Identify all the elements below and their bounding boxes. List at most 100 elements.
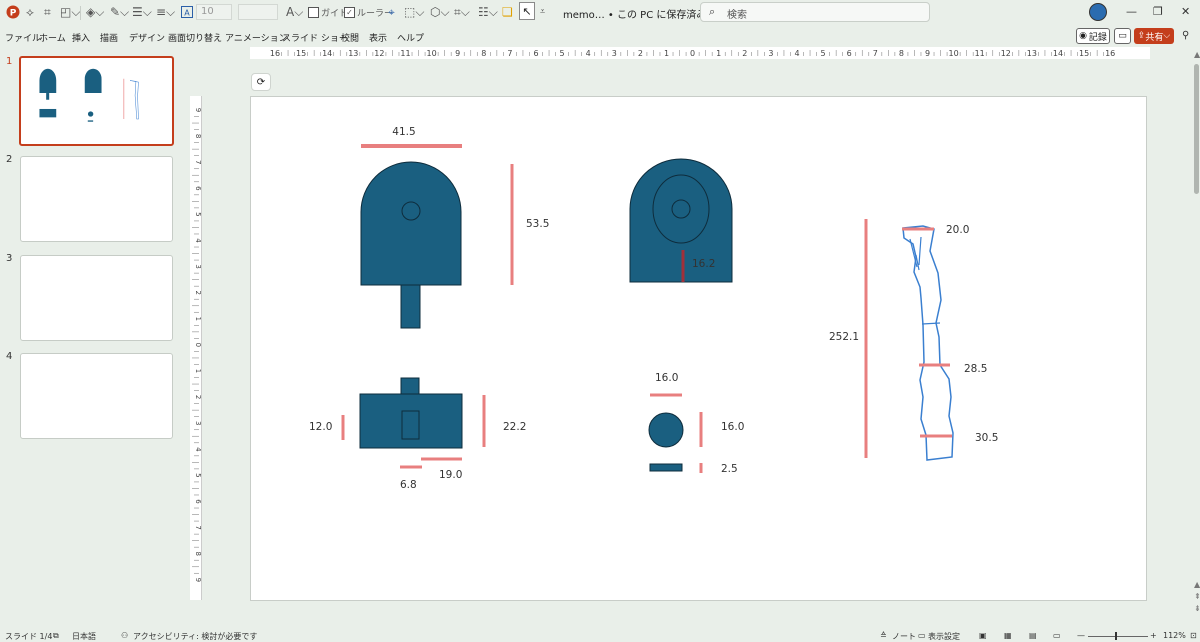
dim-label-disc-thickness[interactable]: 2.5 [721,463,738,475]
base-knob[interactable] [400,377,420,395]
dim-label-total-length[interactable]: 252.1 [829,331,859,343]
copilot-icon[interactable]: ⟳ [251,73,271,91]
menu-review[interactable]: 校閲 [341,31,359,44]
dim-label-tip-width[interactable]: 20.0 [946,224,969,236]
minimize-button[interactable]: — [1126,5,1137,18]
scroll-up-small-icon[interactable]: ▲ [1194,580,1200,589]
fit-slide-icon[interactable]: ⊡ [1190,631,1197,640]
menu-view[interactable]: 表示 [369,31,387,44]
menu-animations[interactable]: アニメーション [225,31,288,44]
language-indicator[interactable]: 日本語 [72,631,96,642]
menu-help[interactable]: ヘルプ [397,31,424,44]
ruler-label: 2 [742,49,747,58]
arch-shape-front[interactable] [629,158,733,283]
dim-label-base-length[interactable]: 19.0 [439,469,462,481]
vertical-ruler[interactable]: 9 8 7 6 5 4 3 2 1 0 1 2 3 4 5 6 7 8 9 [190,96,202,600]
dim-label-slot-width[interactable]: 6.8 [400,479,417,491]
dim-label-base-width[interactable]: 30.5 [975,432,998,444]
horizontal-ruler[interactable]: 16 15 14 13 12 11 10 9 8 7 6 5 4 3 2 1 0 1 2 3 4 5 6 7 8 9 10 11 12 1… [250,47,1150,59]
scroll-up-icon[interactable]: ▲ [1194,50,1200,59]
slide-thumbnail-2[interactable] [20,156,173,242]
maximize-button[interactable]: ❐ [1153,5,1163,18]
dim-label-base-height[interactable]: 12.0 [309,421,332,433]
slideshow-icon[interactable]: ▭ [1053,631,1061,640]
dim-label-mid-width[interactable]: 28.5 [964,363,987,375]
dash-style-icon[interactable]: ≡⌵ [156,4,175,20]
base-block[interactable] [359,393,463,449]
menu-design[interactable]: デザイン [129,31,165,44]
sketch-outline[interactable] [902,225,954,461]
guide-toggle[interactable]: ガイド [308,4,348,20]
line-color-icon[interactable]: ✎⌵ [110,4,129,20]
align-center-icon[interactable]: ⌖ [388,4,395,20]
zoom-in-icon[interactable]: + [1150,631,1157,640]
menu-file[interactable]: ファイル [5,31,41,44]
slide-canvas[interactable]: 41.5 53.5 16.2 252.1 20.0 28.5 30.5 12.0… [250,96,1147,601]
spellcheck-icon[interactable]: ⧉ [53,631,59,641]
vertical-scrollbar[interactable]: ▲ ▲ ⇞ ⇟ [1194,50,1200,620]
group-icon[interactable]: ❏ [502,4,513,20]
ruler-checkbox[interactable]: ✓ [344,6,355,18]
ruler-toggle[interactable]: ✓ ルーラー [344,4,393,20]
arch-shape-side[interactable] [360,161,462,286]
text-box-icon[interactable]: A [181,4,193,20]
notes-button[interactable]: ノート [892,631,916,642]
circle-shape[interactable] [648,412,684,448]
ruler-label: 12 [1001,49,1011,58]
menu-insert[interactable]: 挿入 [72,31,90,44]
arrange-icon[interactable]: ⬚⌵ [404,4,424,20]
next-slide-icon[interactable]: ⇟ [1194,604,1200,613]
reading-view-icon[interactable]: ▤ [1029,631,1037,640]
dim-label-side-height[interactable]: 53.5 [526,218,549,230]
menu-home[interactable]: ホーム [39,31,66,44]
dim-label-front-inner[interactable]: 16.2 [692,258,715,270]
share-button[interactable]: ⇪ 共有 ⌵ [1134,28,1174,44]
line-weight-icon[interactable]: ☰⌵ [132,4,152,20]
dim-label-top-width[interactable]: 41.5 [392,126,415,138]
close-button[interactable]: ✕ [1181,5,1190,18]
zoom-out-icon[interactable]: — [1077,631,1085,640]
comments-button[interactable]: ▭ [1114,28,1131,44]
crop-icon[interactable]: ⌗ [44,4,51,20]
zoom-slider[interactable] [1088,636,1148,637]
edit-shape-icon[interactable]: ⬡⌵ [430,4,450,20]
font-color-icon[interactable]: A⌵ [286,4,303,20]
avatar[interactable] [1089,3,1107,21]
ruler-label: 9 [194,578,202,582]
crop-shape-icon[interactable]: ⌗⌵ [454,4,470,20]
menu-transitions[interactable]: 画面切り替え [168,31,222,44]
font-name-field[interactable] [238,4,278,20]
record-button[interactable]: ◉ 記録 [1076,28,1110,44]
fill-color-icon[interactable]: ◈⌵ [86,4,104,20]
ruler-label: 13 [348,49,358,58]
dim-label-circle-side[interactable]: 16.0 [721,421,744,433]
normal-view-icon[interactable]: ▣ [979,631,987,640]
customize-toolbar-icon[interactable]: ⩡ [540,4,545,20]
document-title[interactable]: memo… • この PC に保存済み ⌵ [563,6,717,21]
shapes-icon[interactable]: ◰⌵ [60,4,80,20]
font-size-field[interactable]: 10 [196,4,232,20]
accessibility-status[interactable]: アクセシビリティ: 検討が必要です [133,631,257,642]
zoom-level[interactable]: 112% [1163,631,1186,640]
scrollbar-thumb[interactable] [1194,64,1199,194]
menu-draw[interactable]: 描画 [100,31,118,44]
slide-thumbnail-4[interactable] [20,353,173,439]
slide-thumbnail-1[interactable] [19,56,174,146]
disc-shape[interactable] [649,463,683,472]
slide-drawing: 41.5 53.5 16.2 252.1 20.0 28.5 30.5 12.0… [309,126,998,491]
slide-sorter-icon[interactable]: ▦ [1004,631,1012,640]
arch-stem[interactable] [400,284,421,329]
select-pointer-button[interactable]: ↖ [519,2,535,20]
dim-label-base-depth[interactable]: 22.2 [503,421,526,433]
zoom-slider-handle[interactable] [1115,632,1117,640]
bullets-icon[interactable]: ☷⌵ [478,4,498,20]
format-painter-icon[interactable]: ⟡ [26,4,34,20]
search-box[interactable]: ⌕ 検索 [700,2,930,22]
slide-thumbnail-3[interactable] [20,255,173,341]
display-settings-button[interactable]: 表示設定 [928,631,960,642]
prev-slide-icon[interactable]: ⇞ [1194,592,1200,601]
pin-ribbon-icon[interactable]: ⚲ [1182,30,1189,41]
menu-slideshow[interactable]: スライド ショー [282,31,348,44]
dim-label-circle-top[interactable]: 16.0 [655,372,678,384]
guide-checkbox[interactable] [308,6,319,18]
